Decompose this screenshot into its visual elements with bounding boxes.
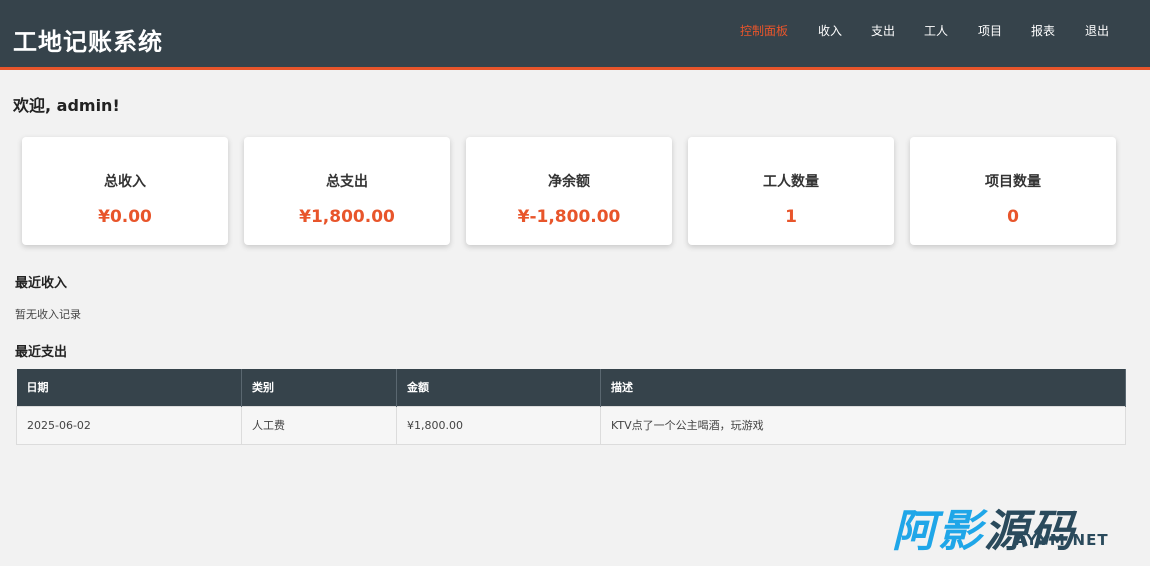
recent-expense-table: 日期 类别 金额 描述 2025-06-02 人工费 ¥1,800.00 KTV… [16, 369, 1126, 445]
table-header-row: 日期 类别 金额 描述 [16, 369, 1126, 406]
cell-description: KTV点了一个公主喝酒，玩游戏 [600, 405, 1126, 445]
stat-card-value: ¥1,800.00 [299, 207, 395, 227]
stat-card-total-income: 总收入 ¥0.00 [22, 137, 228, 245]
column-header-description: 描述 [600, 369, 1126, 406]
cell-amount: ¥1,800.00 [396, 405, 601, 445]
stat-card-project-count: 项目数量 0 [910, 137, 1116, 245]
watermark-text: 阿影源码 [892, 495, 1076, 559]
recent-income-empty-text: 暂无收入记录 [15, 308, 81, 321]
nav-item-reports[interactable]: 报表 [1031, 22, 1055, 39]
table-row: 2025-06-02 人工费 ¥1,800.00 KTV点了一个公主喝酒，玩游戏 [16, 405, 1126, 445]
welcome-message: 欢迎, admin! [13, 96, 120, 115]
watermark-logo: 阿影源码 AYYM.NET [892, 495, 1122, 557]
app-title: 工地记账系统 [13, 28, 163, 56]
cell-date: 2025-06-02 [16, 405, 242, 445]
watermark-domain: AYYM.NET [1015, 531, 1109, 549]
stat-card-title: 总支出 [326, 174, 368, 190]
stat-card-value: ¥0.00 [98, 207, 152, 227]
nav-item-dashboard[interactable]: 控制面板 [740, 22, 788, 39]
nav-item-logout[interactable]: 退出 [1085, 22, 1109, 39]
stat-card-title: 总收入 [104, 174, 146, 190]
cell-category: 人工费 [241, 405, 397, 445]
stat-card-title: 项目数量 [985, 174, 1041, 190]
recent-expense-title: 最近支出 [15, 345, 68, 360]
nav-item-workers[interactable]: 工人 [924, 22, 948, 39]
watermark-blue-text: 阿影 [892, 506, 984, 557]
stat-card-title: 工人数量 [763, 174, 819, 190]
nav-item-income[interactable]: 收入 [818, 22, 842, 39]
stat-card-title: 净余额 [548, 174, 590, 190]
stat-card-worker-count: 工人数量 1 [688, 137, 894, 245]
stat-card-value: 0 [1007, 207, 1019, 227]
column-header-date: 日期 [16, 369, 242, 406]
stat-card-total-expense: 总支出 ¥1,800.00 [244, 137, 450, 245]
stat-card-net-balance: 净余额 ¥-1,800.00 [466, 137, 672, 245]
stat-card-value: 1 [785, 207, 797, 227]
column-header-category: 类别 [241, 369, 397, 406]
nav-item-projects[interactable]: 项目 [978, 22, 1002, 39]
top-navbar: 工地记账系统 控制面板 收入 支出 工人 项目 报表 退出 [0, 0, 1150, 70]
stat-card-value: ¥-1,800.00 [517, 207, 621, 227]
recent-income-title: 最近收入 [15, 276, 68, 291]
nav-item-expense[interactable]: 支出 [871, 22, 895, 39]
column-header-amount: 金额 [396, 369, 601, 406]
